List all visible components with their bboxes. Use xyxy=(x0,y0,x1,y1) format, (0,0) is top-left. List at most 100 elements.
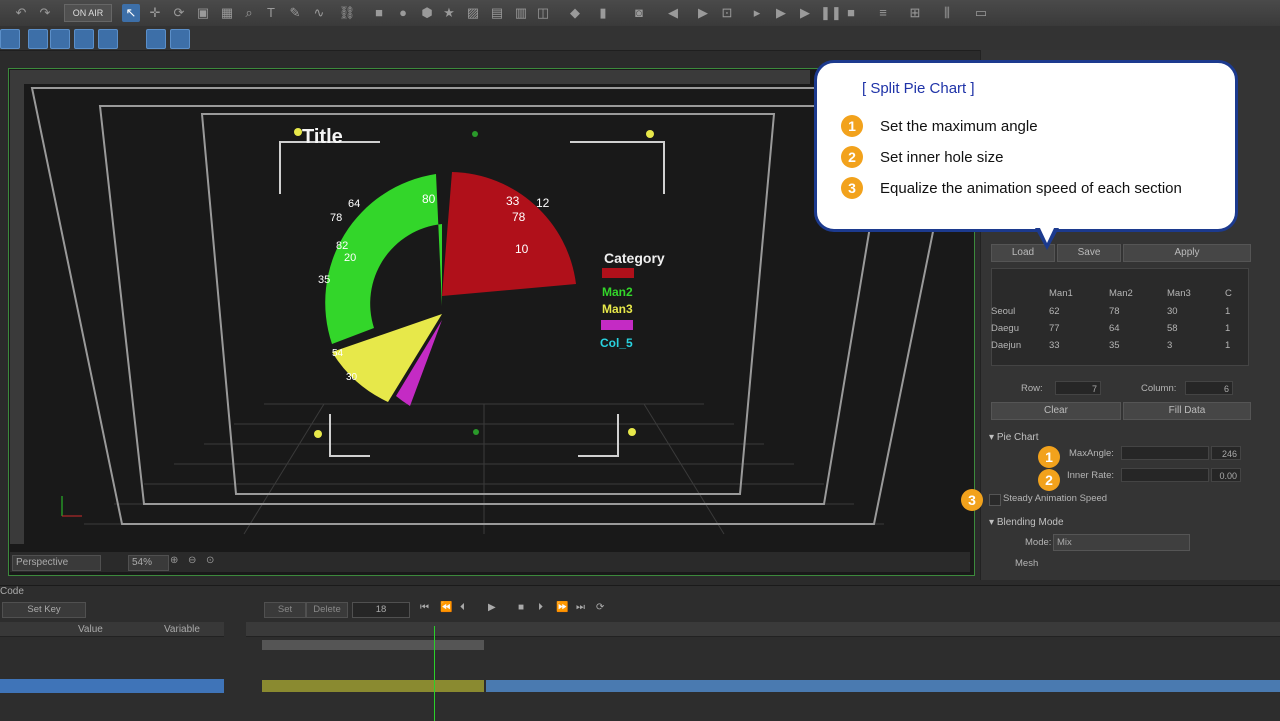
play-icon[interactable]: ▶ xyxy=(488,602,496,613)
view-mode-select[interactable]: Perspective xyxy=(12,555,101,571)
align-bottom-icon[interactable] xyxy=(98,29,118,49)
film-icon[interactable]: ▶ xyxy=(694,4,712,22)
align-right-icon[interactable] xyxy=(50,29,70,49)
handle-marker[interactable] xyxy=(646,130,654,138)
hexagon-icon[interactable]: ⬢ xyxy=(418,4,436,22)
camera-icon[interactable]: ◙ xyxy=(630,4,648,22)
set-button[interactable]: Set xyxy=(264,602,306,618)
redo-icon[interactable]: ↷ xyxy=(36,4,54,22)
text-icon[interactable]: T xyxy=(262,4,280,22)
layout-icon[interactable]: ▭ xyxy=(972,4,990,22)
table-cell[interactable]: 62 xyxy=(1049,306,1060,317)
prev-key-icon[interactable]: ⏪ xyxy=(440,602,452,613)
stop-icon[interactable]: ■ xyxy=(518,602,524,613)
prev-frame-icon[interactable]: ⏴ xyxy=(460,602,465,613)
row-input[interactable]: 7 xyxy=(1055,381,1101,395)
spacing-icon[interactable]: ⫼ xyxy=(938,4,956,22)
next-key-icon[interactable]: ⏩ xyxy=(556,602,568,613)
mode-select[interactable]: Mix xyxy=(1053,534,1190,551)
table-cell[interactable]: 30 xyxy=(1167,306,1178,317)
cube-icon[interactable]: ◆ xyxy=(566,4,584,22)
table-cell[interactable]: 1 xyxy=(1225,306,1230,317)
inner-rate-input[interactable]: 0.00 xyxy=(1211,468,1241,482)
grid-icon[interactable]: ▦ xyxy=(218,4,236,22)
rotate-icon[interactable]: ⟳ xyxy=(170,4,188,22)
table-cell[interactable]: 35 xyxy=(1109,340,1120,351)
zoom-icon[interactable]: ⌕ xyxy=(240,4,258,22)
loop-icon[interactable]: ⟳ xyxy=(596,602,604,613)
fill-data-button[interactable]: Fill Data xyxy=(1123,402,1251,420)
speaker-icon[interactable]: ◀ xyxy=(664,4,682,22)
last-frame-icon[interactable]: ⏭ xyxy=(576,602,585,613)
table2-icon[interactable]: ◫ xyxy=(534,4,552,22)
playhead[interactable] xyxy=(434,626,435,721)
table-cell[interactable]: 58 xyxy=(1167,323,1178,334)
handle-marker[interactable] xyxy=(314,430,322,438)
table-icon[interactable]: ▥ xyxy=(512,4,530,22)
zoom-fit-icon[interactable]: ⊙ xyxy=(206,555,214,566)
play-icon[interactable]: ▶ xyxy=(772,4,790,22)
set-key-button[interactable]: Set Key xyxy=(2,602,86,618)
scale-icon[interactable]: ▣ xyxy=(194,4,212,22)
align-center-icon[interactable] xyxy=(28,29,48,49)
first-frame-icon[interactable]: ⏮ xyxy=(420,602,429,613)
curve-icon[interactable]: ∿ xyxy=(310,4,328,22)
pie-slice-red[interactable] xyxy=(442,172,576,296)
timeline-ruler[interactable] xyxy=(246,622,1280,637)
chart-icon[interactable]: ▮ xyxy=(594,4,612,22)
data-table[interactable] xyxy=(991,268,1249,366)
handle-marker[interactable] xyxy=(628,428,636,436)
table-cell[interactable]: Daegu xyxy=(991,323,1019,334)
handle-marker[interactable] xyxy=(294,128,302,136)
mesh-label[interactable]: Mesh xyxy=(1015,558,1038,569)
on-air-button[interactable]: ON AIR xyxy=(64,4,112,22)
align-top-icon[interactable] xyxy=(74,29,94,49)
play2-icon[interactable]: ▶ xyxy=(796,4,814,22)
handle-marker[interactable] xyxy=(472,131,478,137)
select-icon[interactable]: ↖ xyxy=(122,4,140,22)
blending-section[interactable]: ▾ Blending Mode xyxy=(989,515,1064,530)
move-icon[interactable]: ✛ xyxy=(146,4,164,22)
table-cell[interactable]: 3 xyxy=(1167,340,1172,351)
handle-marker[interactable] xyxy=(473,429,479,435)
clear-button[interactable]: Clear xyxy=(991,402,1121,420)
pie-chart-section[interactable]: ▾ Pie Chart xyxy=(989,430,1039,445)
next-frame-icon[interactable]: ⏵ xyxy=(538,602,543,613)
table-cell[interactable]: Seoul xyxy=(991,306,1015,317)
table-cell[interactable]: 64 xyxy=(1109,323,1120,334)
steady-speed-checkbox[interactable] xyxy=(989,494,1001,506)
rect-icon[interactable]: ■ xyxy=(370,4,388,22)
table-cell[interactable]: 1 xyxy=(1225,323,1230,334)
distribute-icon[interactable]: ⊞ xyxy=(906,4,924,22)
align-left-icon[interactable] xyxy=(0,29,20,49)
link-icon[interactable]: ⛓ xyxy=(338,4,356,22)
frame-input[interactable]: 18 xyxy=(352,602,410,618)
save-button[interactable]: Save xyxy=(1057,244,1121,262)
delete-button[interactable]: Delete xyxy=(306,602,348,618)
zoom-select[interactable]: 54% xyxy=(128,555,169,571)
play-step-icon[interactable]: ▸ xyxy=(748,4,766,22)
column-input[interactable]: 6 xyxy=(1185,381,1233,395)
keyframe-bar-selected[interactable] xyxy=(262,680,484,692)
table-cell[interactable]: 33 xyxy=(1049,340,1060,351)
inner-rate-slider[interactable] xyxy=(1121,468,1209,482)
max-angle-input[interactable]: 246 xyxy=(1211,446,1241,460)
zoom-out-icon[interactable]: ⊖ xyxy=(188,555,196,566)
snap-icon[interactable] xyxy=(146,29,166,49)
selected-track-row[interactable] xyxy=(0,679,224,693)
image-icon[interactable]: ▨ xyxy=(464,4,482,22)
pause-icon[interactable]: ❚❚ xyxy=(820,4,842,22)
keyframe-bar[interactable] xyxy=(262,640,484,650)
star-icon[interactable]: ★ xyxy=(440,4,458,22)
code-tab[interactable]: Code xyxy=(0,586,24,597)
max-angle-slider[interactable] xyxy=(1121,446,1209,460)
table-cell[interactable]: Daejun xyxy=(991,340,1021,351)
brush-icon[interactable]: ✎ xyxy=(286,4,304,22)
grid-snap-icon[interactable] xyxy=(170,29,190,49)
undo-icon[interactable]: ↶ xyxy=(12,4,30,22)
text-box-icon[interactable]: ▤ xyxy=(488,4,506,22)
table-cell[interactable]: 1 xyxy=(1225,340,1230,351)
zoom-in-icon[interactable]: ⊕ xyxy=(170,555,178,566)
align-icon[interactable]: ≡ xyxy=(874,4,892,22)
record-icon[interactable]: ⊡ xyxy=(718,4,736,22)
